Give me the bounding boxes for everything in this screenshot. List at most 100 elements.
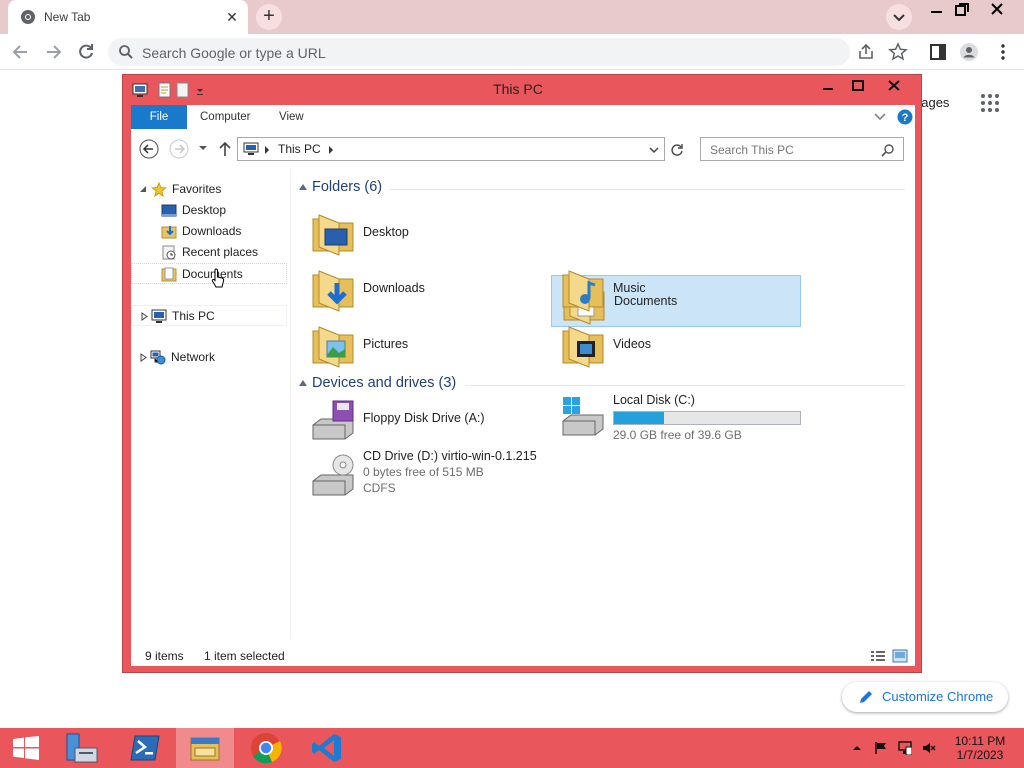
large-icons-view-icon[interactable] [892, 649, 908, 663]
customize-chrome-label: Customize Chrome [882, 689, 994, 704]
folder-name: Pictures [363, 337, 409, 351]
this-pc-icon [243, 142, 259, 155]
close-icon [888, 80, 900, 91]
expand-triangle-icon[interactable] [141, 312, 149, 321]
address-history-chevron-icon[interactable] [648, 144, 660, 156]
profile-avatar-icon[interactable] [959, 42, 979, 62]
music-folder-icon [562, 270, 604, 312]
nav-network[interactable]: Network [131, 347, 287, 368]
google-chrome-icon [251, 733, 282, 764]
downloads-folder-icon [312, 270, 354, 312]
drive-local-disk-c[interactable]: Local Disk (C:) 29.0 GB free of 39.6 GB [551, 389, 801, 442]
svg-text:?: ? [902, 112, 909, 124]
volume-muted-icon[interactable] [922, 741, 936, 755]
floppy-drive-icon [312, 400, 354, 440]
tab-view[interactable]: View [279, 105, 304, 129]
folder-tile-videos[interactable]: Videos [551, 319, 801, 371]
nav-this-pc[interactable]: This PC [131, 305, 287, 326]
chrome-menu-icon[interactable] [993, 42, 1013, 62]
ribbon-tabs: File Computer View ? [131, 105, 915, 129]
nav-item-desktop[interactable]: Desktop [131, 200, 287, 221]
folder-tile-downloads[interactable]: Downloads [301, 263, 551, 315]
back-arrow-icon[interactable] [139, 139, 159, 159]
breadcrumb-chevron-icon[interactable] [328, 145, 334, 155]
taskbar-clock[interactable]: 10:11 PM 1/7/2023 [950, 734, 1010, 762]
explorer-maximize-button[interactable] [843, 76, 873, 96]
reload-button[interactable] [73, 40, 99, 64]
back-button[interactable] [8, 40, 34, 64]
tab-computer[interactable]: Computer [200, 105, 251, 129]
breadcrumb-this-pc[interactable]: This PC [278, 142, 321, 156]
drive-cd-d[interactable]: CD Drive (D:) virtio-win-0.1.215 0 bytes… [301, 449, 551, 515]
close-tab-icon[interactable]: ✕ [222, 7, 242, 27]
restore-icon [955, 3, 969, 16]
taskbar-powershell[interactable] [116, 728, 174, 768]
taskbar-vscode[interactable] [298, 728, 356, 768]
show-hidden-icons-chevron-icon[interactable] [850, 741, 864, 755]
selection-count: 1 item selected [204, 649, 285, 663]
item-count: 9 items [145, 649, 184, 663]
vscode-icon [312, 734, 341, 762]
folder-name: Downloads [363, 281, 425, 295]
up-arrow-icon[interactable] [217, 139, 233, 159]
side-panel-icon[interactable] [928, 42, 948, 62]
google-apps-grid-icon[interactable] [980, 93, 1000, 113]
folder-tile-music[interactable]: Music [551, 263, 801, 315]
mouse-pointer-hand-icon [211, 268, 225, 288]
action-center-flag-icon[interactable] [874, 741, 888, 755]
documents-icon [161, 267, 177, 282]
folder-tile-pictures[interactable]: Pictures [301, 319, 551, 371]
expand-ribbon-icon[interactable] [873, 111, 887, 123]
recent-locations-chevron-icon[interactable] [197, 141, 209, 155]
share-icon[interactable] [856, 42, 876, 62]
tab-title: New Tab [44, 10, 91, 24]
start-button[interactable] [0, 728, 58, 768]
tab-new-tab[interactable]: New Tab ✕ [8, 0, 248, 34]
search-this-pc-input[interactable]: Search This PC [700, 137, 904, 161]
group-divider [465, 385, 905, 386]
refresh-icon[interactable] [670, 143, 684, 157]
explorer-close-button[interactable] [873, 76, 915, 96]
nav-item-recent-places[interactable]: Recent places [131, 242, 287, 263]
bookmark-star-icon[interactable] [888, 42, 908, 62]
details-view-icon[interactable] [870, 649, 886, 663]
tab-search-button[interactable] [886, 4, 912, 30]
breadcrumb-chevron-icon [265, 146, 269, 154]
drive-floppy[interactable]: Floppy Disk Drive (A:) [301, 393, 551, 445]
collapse-triangle-icon [299, 184, 307, 190]
nav-item-documents[interactable]: Documents [131, 263, 287, 284]
desktop-icon [161, 204, 177, 217]
collapse-triangle-icon[interactable] [139, 185, 147, 193]
chrome-favicon-icon [21, 10, 35, 24]
forward-arrow-icon[interactable] [169, 139, 189, 159]
nav-favorites-label: Favorites [172, 182, 222, 196]
drive-name: Floppy Disk Drive (A:) [363, 411, 485, 425]
browser-restore-button[interactable] [946, 0, 980, 20]
chrome-toolbar: Search Google or type a URL [0, 34, 1024, 70]
disk-usage-bar [613, 411, 801, 425]
address-path-box[interactable]: This PC [237, 137, 683, 161]
explorer-minimize-button[interactable] [813, 76, 843, 96]
taskbar-google-chrome[interactable] [237, 728, 295, 768]
disk-usage-fill [614, 412, 665, 424]
help-icon[interactable]: ? [897, 109, 913, 125]
expand-triangle-icon[interactable] [140, 353, 148, 362]
arrow-right-icon [47, 45, 62, 59]
folder-name: Desktop [363, 225, 409, 239]
taskbar-server-manager[interactable] [52, 728, 110, 768]
forward-button[interactable] [40, 40, 66, 64]
this-pc-icon [151, 309, 167, 323]
customize-chrome-button[interactable]: Customize Chrome [842, 682, 1008, 712]
folder-tile-desktop[interactable]: Desktop [301, 207, 551, 259]
new-tab-button[interactable]: + [256, 4, 282, 30]
recent-places-icon [162, 245, 176, 260]
nav-favorites[interactable]: Favorites [131, 179, 287, 200]
network-tray-icon[interactable] [898, 741, 912, 755]
taskbar-file-explorer[interactable] [176, 728, 234, 768]
chevron-down-icon [893, 14, 905, 22]
omnibox[interactable]: Search Google or type a URL [108, 38, 850, 66]
tab-file[interactable]: File [131, 105, 187, 129]
nav-item-downloads[interactable]: Downloads [131, 221, 287, 242]
cd-drive-icon [312, 454, 354, 496]
browser-close-button[interactable] [980, 0, 1014, 20]
